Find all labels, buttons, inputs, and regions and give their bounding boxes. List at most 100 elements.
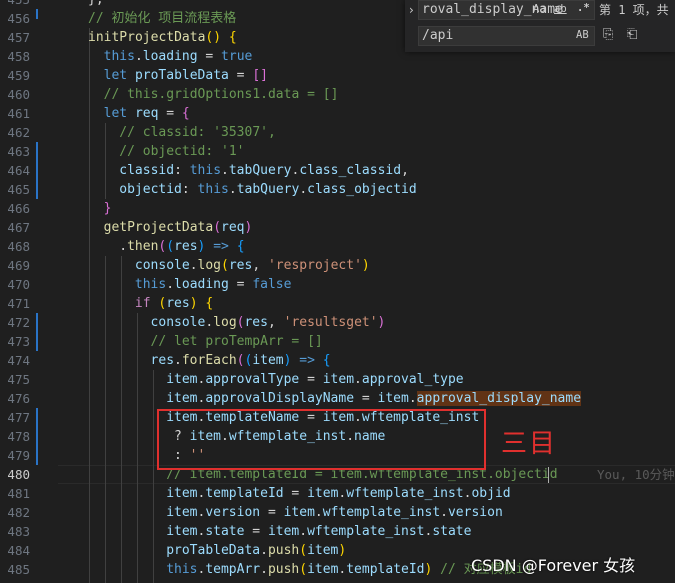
line-code: let proTableData = [] <box>104 66 268 85</box>
code-token: res <box>228 258 253 273</box>
code-line[interactable]: 460 // this.gridOptions1.data = [] <box>0 85 675 104</box>
code-token: } <box>103 201 112 216</box>
code-token: console <box>150 315 206 330</box>
replace-one-icon[interactable]: ⎘ <box>603 27 613 42</box>
code-token: , <box>252 258 268 273</box>
code-token: ) <box>189 296 198 311</box>
match-case-toggle[interactable]: Aa <box>533 3 546 15</box>
code-token: ( <box>213 220 222 235</box>
code-token: item <box>322 372 355 387</box>
line-number: 461 <box>7 106 30 121</box>
find-input[interactable]: roval_display_name <box>418 0 595 20</box>
code-token: = <box>158 106 182 121</box>
code-line[interactable]: 461 let req = { <box>0 104 675 123</box>
line-number: 479 <box>7 448 30 463</box>
code-line[interactable]: 476 item.approvalDisplayName = item.appro… <box>0 389 675 408</box>
code-line[interactable]: 472 console.log(res, 'resultsget') <box>0 313 675 332</box>
code-token: = <box>244 524 268 539</box>
preserve-case-toggle[interactable]: AB <box>576 29 589 41</box>
code-token: approvalType <box>205 372 300 387</box>
code-token: . <box>314 505 323 520</box>
replace-all-icon[interactable]: ⎗ <box>627 27 637 42</box>
line-code: item.version = item.wftemplate_inst.vers… <box>166 503 503 522</box>
code-line[interactable]: 467 getProjectData(req) <box>0 218 675 237</box>
line-number: 467 <box>7 220 30 235</box>
line-number: 458 <box>7 49 30 64</box>
code-token: // objectid: '1' <box>119 144 245 159</box>
code-line[interactable]: 466} <box>0 199 675 218</box>
code-token: templateId <box>346 562 425 577</box>
code-token: req <box>134 106 159 121</box>
code-line[interactable]: 470 this.loading = false <box>0 275 675 294</box>
code-token: class_objectid <box>307 182 417 197</box>
code-token: . <box>228 182 237 197</box>
match-count: 第 1 项，共 2 项 <box>599 3 675 17</box>
code-token: ( <box>299 543 308 558</box>
chevron-right-icon[interactable]: › <box>409 3 414 17</box>
code-token: item <box>267 524 300 539</box>
line-code: } <box>104 199 112 218</box>
replace-input-value: /api <box>422 28 454 43</box>
code-token: templateId <box>205 486 284 501</box>
code-token: state <box>205 524 245 539</box>
code-token: item <box>166 486 198 501</box>
code-token: wftemplate_inst <box>307 524 425 539</box>
code-editor[interactable]: 455},456// 初始化 项目流程表格457initProjectData(… <box>0 0 675 583</box>
code-token: // this.gridOptions1.data = [] <box>103 87 339 102</box>
line-code: console.log(res, 'resproject') <box>135 256 370 275</box>
regex-toggle[interactable]: .* <box>577 2 590 14</box>
code-line[interactable]: 469 console.log(res, 'resproject') <box>0 256 675 275</box>
code-token: item <box>307 486 339 501</box>
code-line[interactable]: 464 classid: this.tabQuery.class_classid, <box>0 161 675 180</box>
code-token: = <box>260 505 284 520</box>
code-line[interactable]: 482 item.version = item.wftemplate_inst.v… <box>0 503 675 522</box>
code-line[interactable]: 459 let proTableData = [] <box>0 66 675 85</box>
code-token: ) <box>377 315 386 330</box>
code-line[interactable]: 473 // let proTempArr = [] <box>0 332 675 351</box>
code-line[interactable]: 465 objectid: this.tabQuery.class_objecti… <box>0 180 675 199</box>
code-token: . <box>299 524 308 539</box>
line-number: 462 <box>7 125 30 140</box>
code-token: res <box>166 296 190 311</box>
line-number: 457 <box>7 30 30 45</box>
code-token: initProjectData <box>88 30 206 45</box>
code-line[interactable]: 481 item.templateId = item.wftemplate_ins… <box>0 484 675 503</box>
line-number: 474 <box>7 353 30 368</box>
code-line[interactable]: 474 res.forEach((item) => { <box>0 351 675 370</box>
code-line[interactable]: 468 .then((res) => { <box>0 237 675 256</box>
code-token: res <box>174 239 198 254</box>
code-line[interactable]: 475 item.approvalType = item.approval_typ… <box>0 370 675 389</box>
code-token: state <box>432 524 472 539</box>
annotation-label: 三目 <box>501 429 558 459</box>
whole-word-toggle[interactable]: ab <box>554 3 567 15</box>
code-line[interactable]: 463 // objectid: '1' <box>0 142 675 161</box>
code-token: classid <box>119 163 175 178</box>
code-line[interactable]: 483 item.state = item.wftemplate_inst.sta… <box>0 522 675 541</box>
line-number: 460 <box>7 87 30 102</box>
line-code: // objectid: '1' <box>119 142 244 161</box>
line-code: .then((res) => { <box>119 237 244 256</box>
code-line[interactable]: 471 if (res) { <box>0 294 675 313</box>
code-token: version <box>205 505 261 520</box>
code-token: . <box>354 372 362 387</box>
code-token: version <box>447 505 503 520</box>
line-number: 465 <box>7 182 30 197</box>
code-token: ( <box>166 239 175 254</box>
code-token: () <box>205 30 222 45</box>
code-line[interactable]: 462 // classid: '35307', <box>0 123 675 142</box>
code-token: ) <box>361 258 370 273</box>
replace-input[interactable]: /api <box>418 26 595 46</box>
code-token: item <box>166 372 198 387</box>
code-token: res <box>244 315 268 330</box>
code-token: objectid <box>119 182 182 197</box>
code-token: , <box>401 163 409 178</box>
line-code: // this.gridOptions1.data = [] <box>104 85 339 104</box>
git-blame-annotation: You, 10分钟 <box>597 467 675 482</box>
code-token: push <box>267 562 300 577</box>
line-number: 472 <box>7 315 30 330</box>
code-token: = <box>354 391 378 406</box>
code-token: this <box>103 49 135 64</box>
